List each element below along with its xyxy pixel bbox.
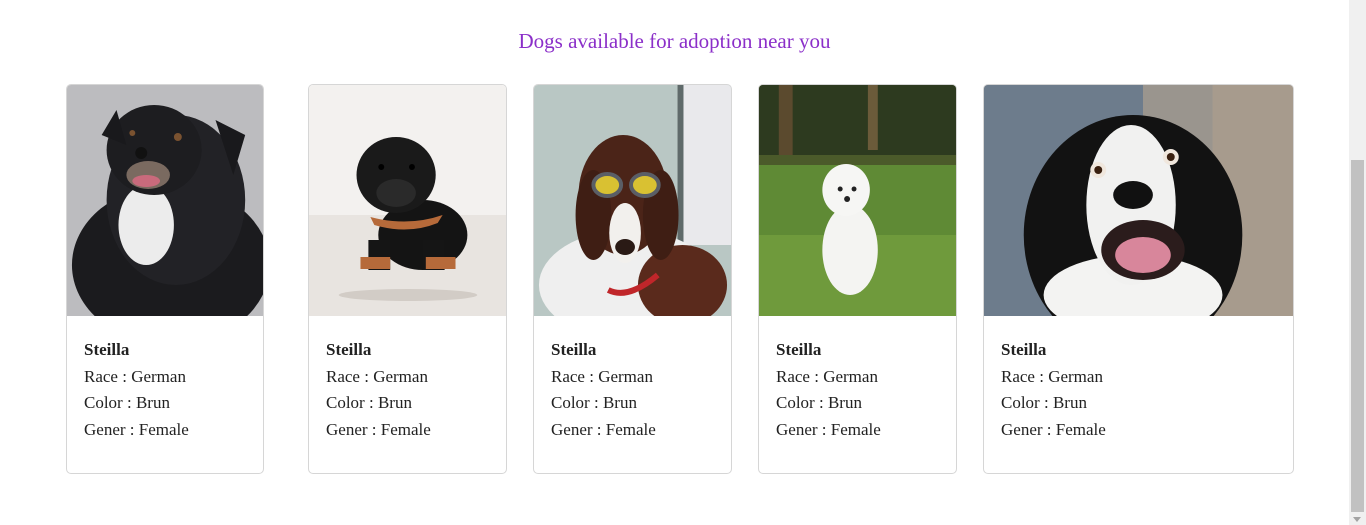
dog-race: Race : German — [84, 366, 186, 386]
dog-name: Steilla — [1001, 340, 1047, 359]
dog-gender: Gener : Female — [551, 419, 656, 439]
dog-photo — [67, 85, 263, 316]
dog-photo — [309, 85, 506, 316]
dog-race: Race : German — [326, 366, 428, 386]
dog-color: Color : Brun — [326, 393, 412, 412]
dog-card[interactable]: Steilla Race : German Color : Brun Gener… — [533, 84, 732, 474]
page-heading: Dogs available for adoption near you — [518, 29, 831, 53]
dog-photo — [759, 85, 956, 316]
dog-name: Steilla — [326, 340, 372, 359]
dog-color: Color : Brun — [84, 393, 170, 412]
dog-card[interactable]: Steilla Race : German Color : Brun Gener… — [66, 84, 264, 474]
dog-gender: Gener : Female — [326, 419, 431, 439]
dog-name: Steilla — [551, 340, 597, 359]
dog-name: Steilla — [776, 340, 822, 359]
page: Dogs available for adoption near you Ste… — [0, 0, 1349, 525]
dog-race: Race : German — [776, 366, 878, 386]
vertical-scrollbar[interactable] — [1349, 0, 1366, 525]
dog-gender: Gener : Female — [776, 419, 881, 439]
dog-color: Color : Brun — [776, 393, 862, 412]
scroll-down-arrow-icon[interactable] — [1353, 517, 1361, 522]
dog-card[interactable]: Steilla Race : German Color : Brun Gener… — [983, 84, 1294, 474]
dog-name: Steilla — [84, 340, 130, 359]
dog-race: Race : German — [551, 366, 653, 386]
dog-photo — [984, 85, 1293, 316]
dog-color: Color : Brun — [551, 393, 637, 412]
dog-card[interactable]: Steilla Race : German Color : Brun Gener… — [758, 84, 957, 474]
dog-card[interactable]: Steilla Race : German Color : Brun Gener… — [308, 84, 507, 474]
dog-photo — [534, 85, 731, 316]
dog-race: Race : German — [1001, 366, 1103, 386]
dog-gender: Gener : Female — [1001, 419, 1106, 439]
dog-gender: Gener : Female — [84, 419, 189, 439]
dog-color: Color : Brun — [1001, 393, 1087, 412]
scrollbar-thumb[interactable] — [1351, 160, 1364, 512]
